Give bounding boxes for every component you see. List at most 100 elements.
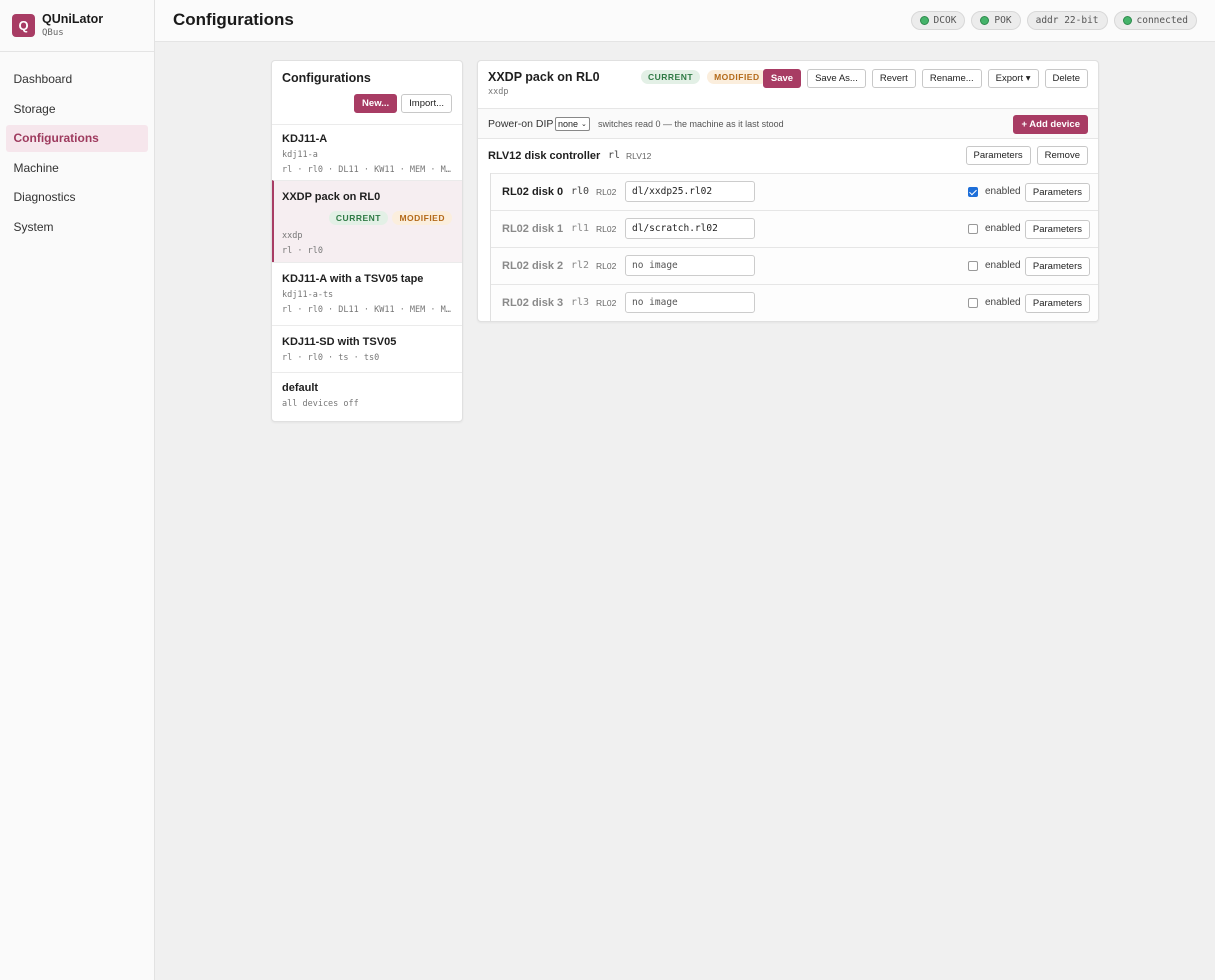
disk-model: RL02 — [596, 261, 617, 271]
power-on-hint: switches read 0 — the machine as it last… — [598, 119, 784, 129]
disk-row: RL02 disk 1 rl1 RL02 enabled Parameters — [491, 210, 1098, 247]
status-led-icon — [980, 16, 990, 25]
config-items: KDJ11-A kdj11-a rl · rl0 · DL11 · KW11 ·… — [272, 124, 462, 419]
disk-unit: rl2 — [571, 260, 590, 271]
revert-button[interactable]: Revert — [871, 69, 916, 88]
config-name: KDJ11-SD with TSV05 — [282, 336, 397, 348]
detail-slug: xxdp — [488, 87, 509, 97]
disk-image-input[interactable] — [625, 292, 755, 313]
enabled-label: enabled — [985, 260, 1021, 271]
save-button[interactable]: Save — [762, 69, 802, 88]
status-label: connected — [1136, 15, 1188, 26]
disk-image-input[interactable] — [625, 181, 755, 202]
config-detail: XXDP pack on RL0 xxdp CURRENT MODIFIED S… — [477, 60, 1099, 322]
enabled-label: enabled — [985, 186, 1021, 197]
disk-unit: rl1 — [571, 223, 590, 234]
new-config-button[interactable]: New... — [354, 94, 398, 113]
dip-select-value: none — [558, 119, 579, 129]
add-device-button[interactable]: + Add device — [1013, 115, 1088, 134]
power-on-row: Power-on DIP none ⌄ switches read 0 — the… — [478, 108, 1098, 139]
sidebar-nav: Dashboard Storage Configurations Machine… — [0, 52, 154, 240]
disk-parameters-button[interactable]: Parameters — [1024, 183, 1090, 202]
config-devices: rl · rl0 · ts · ts0 — [282, 353, 380, 363]
controller-unit: rl — [608, 150, 621, 161]
disk-list: RL02 disk 0 rl0 RL02 enabled Parameters … — [490, 173, 1098, 321]
config-name: XXDP pack on RL0 — [282, 191, 381, 203]
config-name: default — [282, 382, 319, 394]
app-subtitle: QBus — [42, 28, 64, 38]
config-devices: rl · rl0 · DL11 · KW11 · MEM · MEM — [282, 165, 452, 175]
disk-parameters-button[interactable]: Parameters — [1024, 294, 1090, 313]
disk-row: RL02 disk 3 rl3 RL02 enabled Parameters — [491, 284, 1098, 321]
app-logo: Q — [12, 14, 35, 37]
import-config-button[interactable]: Import... — [401, 94, 452, 113]
sidebar-item-storage[interactable]: Storage — [6, 96, 148, 123]
disk-name: RL02 disk 3 — [502, 297, 564, 309]
enabled-checkbox[interactable] — [968, 187, 978, 197]
disk-parameters-button[interactable]: Parameters — [1024, 220, 1090, 239]
chevron-down-icon: ⌄ — [581, 121, 587, 128]
delete-button[interactable]: Delete — [1044, 69, 1088, 88]
enabled-checkbox[interactable] — [968, 224, 978, 234]
config-name: KDJ11-A — [282, 133, 328, 145]
top-bar: Configurations DCOK POK addr 22-bit conn… — [155, 0, 1215, 42]
list-actions: New... Import... — [354, 94, 452, 113]
status-pill-addr: addr 22-bit — [1026, 11, 1108, 30]
config-devices: all devices off — [282, 399, 359, 409]
detail-badges: CURRENT MODIFIED — [641, 70, 767, 84]
current-badge: CURRENT — [328, 211, 388, 225]
disk-name: RL02 disk 1 — [502, 223, 564, 235]
status-led-icon — [919, 16, 929, 25]
status-label: DCOK — [933, 15, 957, 26]
sidebar-item-machine[interactable]: Machine — [6, 155, 148, 182]
status-label: addr 22-bit — [1035, 15, 1099, 26]
config-badges: CURRENT MODIFIED — [282, 208, 452, 226]
config-devices: rl · rl0 — [282, 246, 323, 256]
disk-unit: rl3 — [571, 297, 590, 308]
save-as-button[interactable]: Save As... — [807, 69, 866, 88]
disk-model: RL02 — [596, 224, 617, 234]
power-on-label: Power-on DIP — [488, 118, 554, 130]
enabled-checkbox[interactable] — [968, 261, 978, 271]
config-item[interactable]: KDJ11-A kdj11-a rl · rl0 · DL11 · KW11 ·… — [272, 124, 462, 180]
power-on-dip-select[interactable]: none ⌄ — [555, 117, 590, 131]
sidebar-item-configurations[interactable]: Configurations — [6, 125, 148, 152]
brand[interactable]: Q QUniLator QBus — [0, 0, 154, 52]
config-slug: kdj11-a-ts — [282, 290, 334, 300]
config-item[interactable]: default all devices off — [272, 372, 462, 419]
enabled-checkbox[interactable] — [968, 298, 978, 308]
config-item[interactable]: KDJ11-A with a TSV05 tape kdj11-a-ts rl … — [272, 262, 462, 325]
configurations-list: Configurations New... Import... KDJ11-A … — [271, 60, 463, 422]
controller-parameters-button[interactable]: Parameters — [965, 146, 1031, 165]
config-item[interactable]: KDJ11-SD with TSV05 rl · rl0 · ts · ts0 — [272, 325, 462, 372]
sidebar: Q QUniLator QBus Dashboard Storage Confi… — [0, 0, 155, 980]
disk-image-input[interactable] — [625, 218, 755, 239]
sidebar-item-diagnostics[interactable]: Diagnostics — [6, 184, 148, 211]
enabled-label: enabled — [985, 223, 1021, 234]
controller-actions: Parameters Remove — [965, 146, 1088, 165]
sidebar-item-dashboard[interactable]: Dashboard — [6, 66, 148, 93]
controller-name: RLV12 disk controller — [488, 150, 601, 162]
disk-unit: rl0 — [571, 186, 590, 197]
status-led-icon — [1122, 16, 1132, 25]
page-title: Configurations — [173, 10, 294, 29]
disk-name: RL02 disk 2 — [502, 260, 564, 272]
disk-parameters-button[interactable]: Parameters — [1024, 257, 1090, 276]
current-badge: CURRENT — [641, 70, 701, 84]
disk-image-input[interactable] — [625, 255, 755, 276]
controller-model: RLV12 — [626, 151, 652, 161]
status-bar: DCOK POK addr 22-bit connected — [910, 11, 1197, 30]
app-name: QUniLator — [42, 12, 104, 26]
config-slug: xxdp — [282, 231, 303, 241]
disk-row: RL02 disk 0 rl0 RL02 enabled Parameters — [491, 173, 1098, 210]
detail-title: XXDP pack on RL0 — [488, 70, 600, 84]
status-label: POK — [994, 15, 1012, 26]
modified-badge: MODIFIED — [707, 70, 767, 84]
rename-button[interactable]: Rename... — [921, 69, 982, 88]
list-title: Configurations — [282, 71, 371, 85]
controller-remove-button[interactable]: Remove — [1036, 146, 1088, 165]
sidebar-item-system[interactable]: System — [6, 214, 148, 241]
disk-model: RL02 — [596, 187, 617, 197]
config-item-selected[interactable]: XXDP pack on RL0 CURRENT MODIFIED xxdp r… — [272, 180, 462, 262]
export-button[interactable]: Export ▾ — [987, 69, 1039, 88]
